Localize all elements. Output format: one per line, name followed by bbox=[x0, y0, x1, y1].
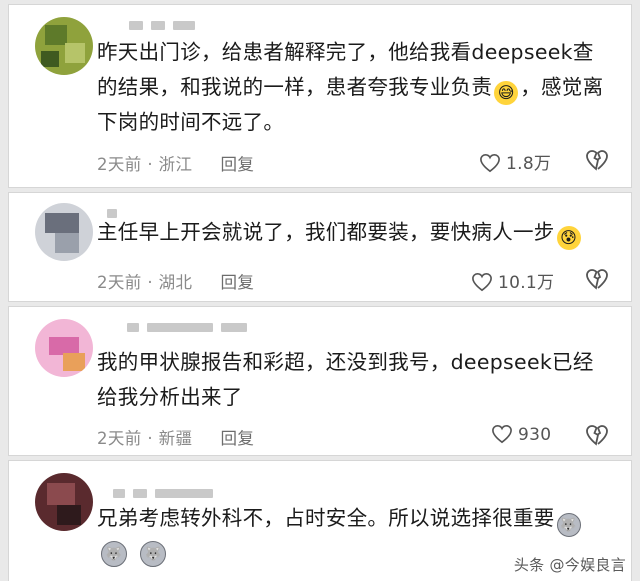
comment-text: 主任早上开会就说了，我们都要装，要快病人一步 😰 bbox=[97, 215, 613, 250]
like-count: 930 bbox=[518, 425, 552, 445]
nervous-sweat-emoji: 😰 bbox=[556, 226, 581, 250]
comment-card-3: 我的甲状腺报告和彩超，还没到我号，deepseek已经给我分析出来了 2天前 ·… bbox=[8, 306, 632, 456]
reply-button[interactable]: 回复 bbox=[220, 273, 254, 292]
reply-button[interactable]: 回复 bbox=[220, 155, 254, 174]
like-count: 1.8万 bbox=[506, 154, 552, 174]
like-button[interactable]: 1.8万 bbox=[479, 149, 551, 174]
comment-meta: 2天前 · 浙江 回复 bbox=[97, 155, 255, 174]
reply-button[interactable]: 回复 bbox=[220, 429, 254, 448]
emoji-row: 🐺 🐺 bbox=[99, 539, 168, 567]
like-button[interactable]: 930 bbox=[491, 424, 551, 445]
watermark: 头条 @今娱良言 bbox=[513, 556, 626, 574]
username-redacted[interactable] bbox=[127, 317, 255, 332]
avatar[interactable] bbox=[35, 203, 93, 261]
comment-meta: 2天前 · 湖北 回复 bbox=[97, 273, 255, 292]
husky-emoji: 🐺 bbox=[101, 541, 127, 567]
husky-emoji: 🐺 bbox=[140, 541, 167, 567]
heart-icon bbox=[492, 424, 512, 444]
username-redacted[interactable] bbox=[107, 203, 125, 218]
dislike-icon[interactable] bbox=[585, 268, 609, 290]
husky-emoji: 🐺 bbox=[556, 513, 581, 537]
username-redacted[interactable] bbox=[113, 483, 221, 498]
heart-icon bbox=[480, 153, 500, 173]
comment-meta: 2天前 · 新疆 回复 bbox=[97, 429, 255, 448]
avatar[interactable] bbox=[35, 319, 93, 377]
comment-text: 我的甲状腺报告和彩超，还没到我号，deepseek已经给我分析出来了 bbox=[97, 350, 594, 409]
heart-icon bbox=[472, 272, 492, 292]
avatar[interactable] bbox=[35, 473, 93, 531]
comment-text: 兄弟考虑转外科不，占时安全。所以说选择很重要 🐺 bbox=[97, 501, 613, 537]
avatar[interactable] bbox=[35, 17, 93, 75]
comment-card-2: 主任早上开会就说了，我们都要装，要快病人一步 😰 2天前 · 湖北 回复 10.1万 bbox=[8, 192, 632, 302]
laughing-sweat-emoji: 😅 bbox=[494, 81, 519, 105]
dislike-icon[interactable] bbox=[585, 424, 609, 446]
comment-text: 昨天出门诊，给患者解释完了，他给我看deepseek查的结果，和我说的一样，患者… bbox=[97, 40, 604, 134]
like-button[interactable]: 10.1万 bbox=[471, 268, 554, 293]
comment-card-1: 昨天出门诊，给患者解释完了，他给我看deepseek查的结果，和我说的一样，患者… bbox=[8, 4, 632, 188]
like-count: 10.1万 bbox=[498, 273, 555, 293]
dislike-icon[interactable] bbox=[585, 149, 609, 171]
username-redacted[interactable] bbox=[129, 15, 203, 30]
